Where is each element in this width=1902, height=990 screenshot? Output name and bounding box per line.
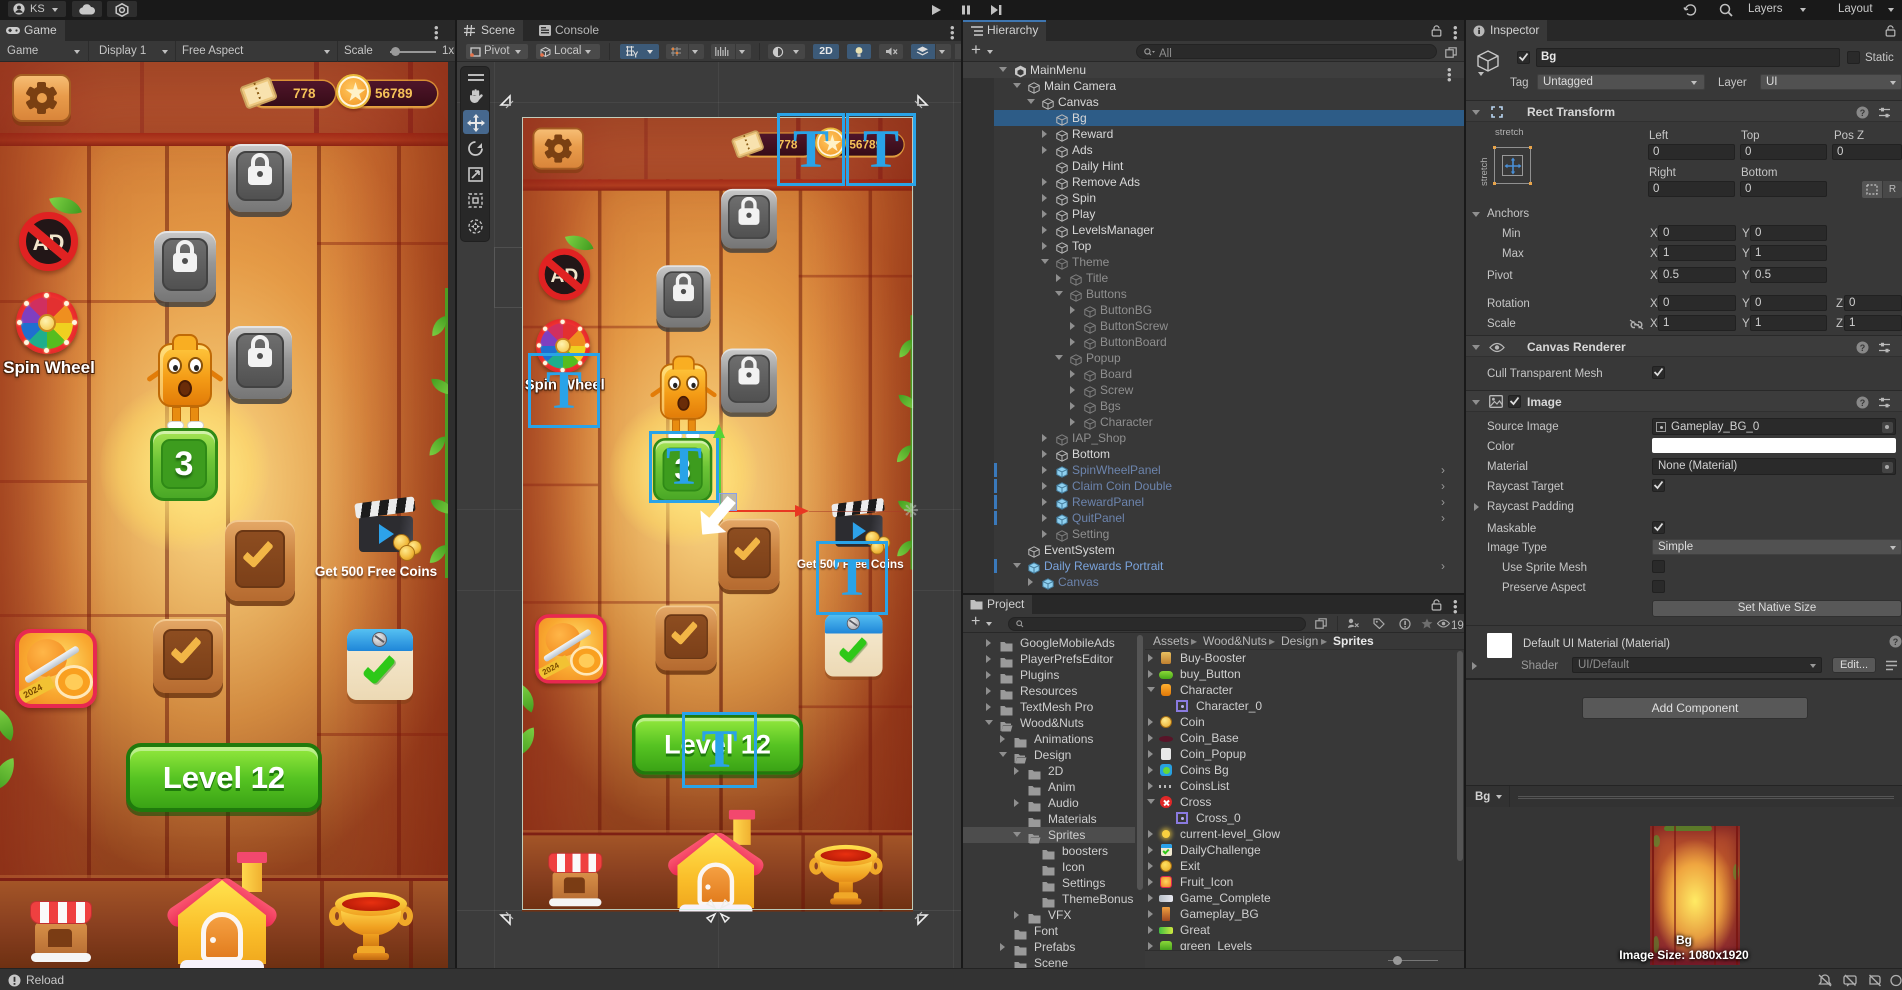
svg-text:?: ? (1860, 343, 1866, 353)
svg-text:?: ? (1860, 108, 1866, 118)
svg-text:Y: Y (633, 51, 638, 59)
svg-text:?: ? (1860, 398, 1866, 408)
svg-text:?: ? (1893, 637, 1899, 647)
